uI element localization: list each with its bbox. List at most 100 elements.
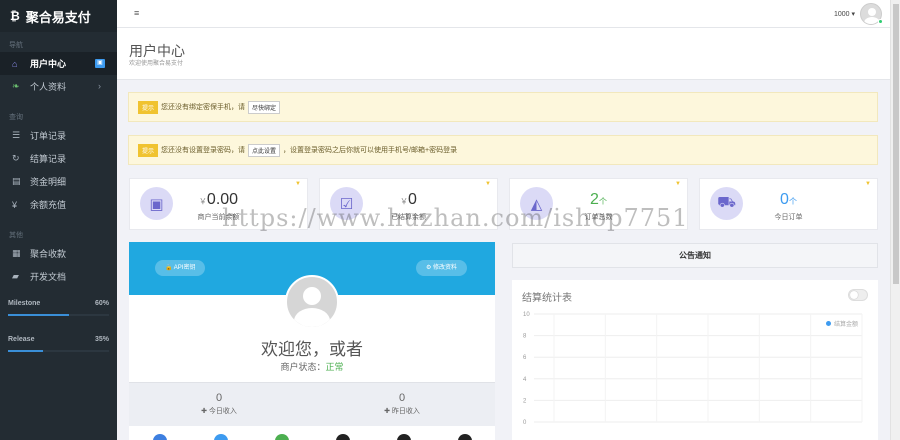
- yesterday-income-value: 0: [398, 392, 406, 404]
- alert-tag: 提示: [138, 100, 159, 114]
- menu-toggle-icon[interactable]: ≡: [134, 8, 139, 18]
- notice-header[interactable]: 公告通知: [512, 243, 878, 268]
- sidebar-item-label: 订单记录: [30, 131, 67, 141]
- leaf-icon: ❧: [12, 81, 20, 91]
- stat-value: 0个: [700, 191, 877, 209]
- quick-link-icon[interactable]: [214, 434, 228, 440]
- yesterday-income-label: ✚ 昨日收入: [384, 408, 420, 415]
- toggle-knob: [850, 291, 858, 299]
- avatar-large: [285, 275, 339, 329]
- today-income-value: 0: [215, 392, 223, 404]
- sidebar: ₿ 聚合易支付 导航 ⌂ 用户中心 ▣ ❧ 个人资料 › 查询 ☰ 订单记录 ↻…: [0, 0, 117, 440]
- avatar-wrapper[interactable]: [860, 3, 883, 25]
- avatar-head: [868, 8, 876, 16]
- currency-symbol: ￥: [198, 197, 207, 206]
- table-icon: ▤: [12, 176, 21, 186]
- chart-title: 结算统计表: [522, 293, 572, 304]
- page-subtitle: 欢迎使用聚合易支付: [129, 61, 184, 67]
- avatar-body: [294, 308, 330, 327]
- quick-link-icon[interactable]: [397, 434, 411, 440]
- alert-text: 您还没有绑定密保手机，请: [161, 104, 246, 111]
- page-header: 用户中心 欢迎使用聚合易支付: [117, 28, 890, 80]
- sidebar-item-aggregate-payment[interactable]: ▦ 聚合收款: [0, 242, 117, 265]
- sidebar-item-orders[interactable]: ☰ 订单记录: [0, 124, 117, 147]
- quick-link-icon[interactable]: [153, 434, 167, 440]
- quick-link-icon[interactable]: [336, 434, 350, 440]
- progress-release: Release 35%: [0, 334, 117, 366]
- sidebar-item-settlements[interactable]: ↻ 结算记录: [0, 147, 117, 170]
- alert-set-password: 提示 您还没有设置登录密码，请 点此设置 ，设置登录密码之后你就可以使用手机号/…: [128, 135, 878, 165]
- badge-icon: ▣: [95, 59, 105, 68]
- yesterday-income: 0 ✚ 昨日收入: [342, 392, 462, 416]
- online-status-dot: [878, 19, 883, 24]
- sidebar-item-label: 个人资料: [30, 82, 67, 92]
- today-income-label: ✚ 今日收入: [201, 408, 237, 415]
- edit-profile-button[interactable]: ⚙ 修改资料: [415, 260, 467, 276]
- chart-legend[interactable]: 结算金额: [825, 319, 858, 328]
- y-tick-label: 10: [523, 312, 530, 318]
- section-heading-query: 查询: [9, 114, 23, 121]
- today-income: 0 ✚ 今日收入: [159, 392, 279, 416]
- sidebar-item-label: 资金明细: [30, 177, 67, 187]
- sidebar-item-label: 余额充值: [30, 200, 67, 210]
- bitcoin-icon: ₿: [10, 9, 20, 23]
- username-dropdown[interactable]: 1000 ▾: [834, 10, 855, 18]
- corner-arrow-icon: ▼: [865, 181, 871, 187]
- progress-label: Release: [8, 336, 35, 343]
- alert-tag: 提示: [138, 143, 159, 157]
- sidebar-item-label: 开发文档: [30, 272, 67, 282]
- welcome-text: 欢迎您，或者: [261, 340, 363, 359]
- stat-unit: 个: [788, 197, 797, 206]
- scrollbar[interactable]: [890, 0, 900, 440]
- section-heading-nav: 导航: [9, 42, 23, 49]
- top-bar: ≡ 1000 ▾: [117, 0, 890, 28]
- y-tick-label: 2: [523, 398, 527, 404]
- y-tick-label: 4: [523, 377, 527, 383]
- cycle-icon: ↻: [12, 153, 20, 163]
- stat-card-orders-today: ⛟ ▼ 0个 今日订单: [699, 178, 878, 230]
- chart-toggle[interactable]: [848, 289, 868, 301]
- progress-value: 35%: [94, 336, 109, 343]
- quick-link-icon[interactable]: [458, 434, 472, 440]
- sidebar-item-dev-docs[interactable]: ▰ 开发文档: [0, 265, 117, 288]
- stat-label: 今日订单: [774, 214, 803, 221]
- income-bar: 0 ✚ 今日收入 0 ✚ 昨日收入: [129, 382, 495, 426]
- bind-phone-button[interactable]: 尽快绑定: [248, 100, 281, 114]
- brand-logo[interactable]: ₿ 聚合易支付: [0, 0, 117, 32]
- sidebar-item-recharge[interactable]: ¥ 余额充值: [0, 193, 117, 216]
- api-key-button[interactable]: 🔒 API密钥: [155, 260, 206, 276]
- progress-track: [8, 314, 109, 316]
- status-label: 商户状态：: [280, 362, 326, 372]
- profile-card: 🔒 API密钥 ⚙ 修改资料 欢迎您，或者 商户状态：正常 0 ✚ 今日收入 0…: [129, 242, 495, 440]
- corner-arrow-icon: ▼: [485, 181, 491, 187]
- user-menu[interactable]: 1000 ▾: [834, 3, 883, 25]
- status-value: 正常: [325, 362, 344, 372]
- progress-fill: [8, 314, 69, 316]
- y-tick-label: 6: [523, 355, 527, 361]
- corner-arrow-icon: ▼: [295, 181, 301, 187]
- y-tick-label: 8: [523, 334, 527, 340]
- sidebar-item-funds[interactable]: ▤ 资金明细: [0, 170, 117, 193]
- set-password-button[interactable]: 点此设置: [248, 143, 281, 157]
- progress-milestone: Milestone 60%: [0, 298, 117, 330]
- watermark-text: https://www.huzhan.com/ishop7751: [222, 204, 689, 232]
- qrcode-icon: ▦: [12, 248, 21, 258]
- settlement-chart: 10 8 6 4 2 0: [523, 312, 863, 426]
- sidebar-item-profile[interactable]: ❧ 个人资料 ›: [0, 75, 117, 98]
- stat-number: 0: [780, 191, 789, 208]
- sidebar-item-user-center[interactable]: ⌂ 用户中心 ▣: [0, 52, 117, 75]
- y-tick-label: 0: [523, 420, 527, 426]
- alert-text-after: ，设置登录密码之后你就可以使用手机号/邮箱+密码登录: [283, 147, 458, 154]
- alert-text: 您还没有设置登录密码，请: [161, 147, 246, 154]
- quick-links-row: [129, 432, 495, 440]
- list-icon: ☰: [12, 130, 21, 140]
- scrollbar-thumb[interactable]: [893, 4, 899, 284]
- section-heading-other: 其他: [9, 232, 23, 239]
- alert-bind-phone: 提示 您还没有绑定密保手机，请 尽快绑定: [128, 92, 878, 122]
- quick-link-icon[interactable]: [275, 434, 289, 440]
- corner-arrow-icon: ▼: [675, 181, 681, 187]
- progress-label: Milestone: [8, 300, 41, 307]
- progress-track: [8, 350, 109, 352]
- sidebar-item-label: 用户中心: [30, 59, 67, 69]
- yen-icon: ¥: [12, 199, 18, 210]
